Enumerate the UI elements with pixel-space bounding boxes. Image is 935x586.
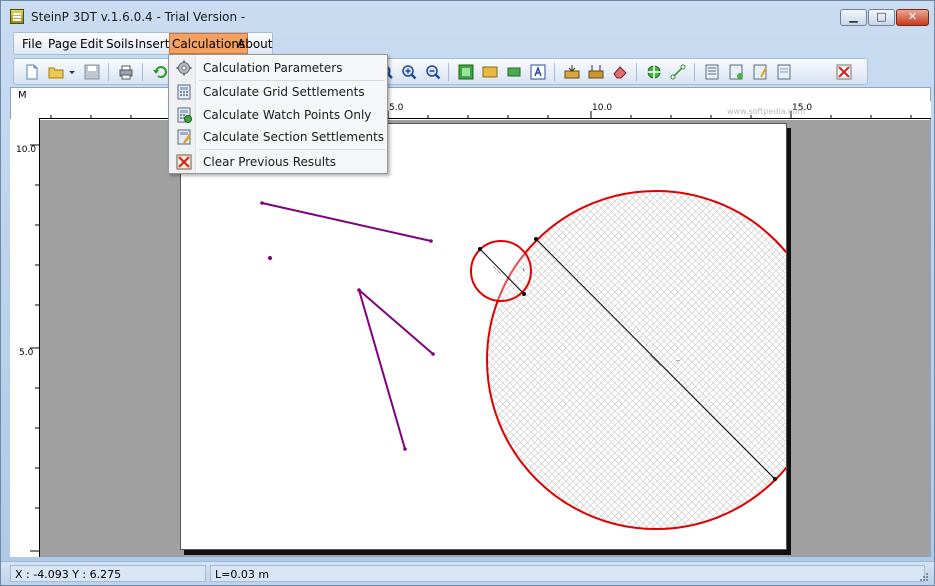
app-icon[interactable] [10, 9, 24, 24]
eraser-icon[interactable] [612, 64, 628, 80]
menu-item-calculate-watch-points[interactable]: Calculate Watch Points Only [170, 104, 387, 126]
drawing-page[interactable]: ——— — —·— ɩ [180, 123, 787, 550]
menu-edit[interactable]: Edit [78, 36, 105, 53]
menu-insert[interactable]: Insert [133, 36, 171, 53]
layer-icon[interactable] [506, 64, 522, 80]
calculator-pencil-icon [177, 129, 191, 145]
insert-load-2-icon[interactable] [588, 64, 604, 80]
new-icon[interactable] [24, 64, 40, 80]
insert-load-icon[interactable] [564, 64, 580, 80]
calc-section-icon[interactable] [776, 64, 792, 80]
status-bar: X : -4.093 Y : 6.275 L=0.03 m [1, 561, 934, 585]
zoom-out-icon[interactable] [425, 64, 441, 80]
undo-icon[interactable] [152, 64, 168, 80]
line-node[interactable] [357, 288, 361, 292]
large-circle-area[interactable] [486, 190, 787, 530]
toolbar-separator [694, 63, 695, 81]
line-segment[interactable] [261, 202, 432, 242]
menu-about[interactable]: About [235, 36, 274, 53]
open-icon[interactable] [48, 64, 64, 80]
application-window: SteinP 3DT v.1.6.0.4 - Trial Version - ▁… [0, 0, 935, 586]
ruler-label-v10: 10.0 [16, 145, 37, 155]
menu-soils[interactable]: Soils [104, 36, 136, 53]
svg-text:ɩ: ɩ [523, 267, 525, 273]
ruler-label-5: 5.0 [389, 103, 404, 113]
calculator-watch-icon [177, 107, 192, 123]
open-dropdown-icon[interactable] [68, 64, 76, 80]
menu-item-label: Clear Previous Results [203, 155, 337, 169]
drawing-canvas[interactable]: ——— — —·— ɩ [181, 124, 787, 550]
status-length: L=0.03 m [210, 565, 925, 582]
menu-item-calculate-section[interactable]: Calculate Section Settlements [170, 126, 387, 148]
center-target-icon[interactable] [646, 64, 662, 80]
menu-bar: File Page Edit Soils Insert Calculations… [13, 32, 273, 55]
calculator-icon [177, 84, 191, 100]
clear-results-icon [176, 154, 192, 170]
save-icon[interactable] [84, 64, 100, 80]
grid-green-icon[interactable] [458, 64, 474, 80]
calc-params-icon[interactable] [704, 64, 720, 80]
toolbar-separator [108, 63, 109, 81]
title-bar[interactable]: SteinP 3DT v.1.6.0.4 - Trial Version - ▁… [1, 1, 934, 31]
menu-item-label: Calculate Watch Points Only [203, 108, 372, 122]
text-frame-icon[interactable] [530, 64, 546, 80]
minimize-button[interactable]: ▁ [840, 9, 867, 26]
gear-icon [176, 60, 192, 76]
watermark-text: www.softpedia.com [727, 107, 806, 116]
menu-file[interactable]: File [20, 36, 44, 53]
close-button[interactable]: ✕ [896, 9, 929, 26]
menu-separator [199, 149, 385, 150]
point-marker[interactable] [268, 256, 272, 260]
menu-item-label: Calculation Parameters [203, 61, 343, 75]
svg-text:—: — [676, 358, 680, 363]
menu-item-calculate-grid[interactable]: Calculate Grid Settlements [170, 81, 387, 103]
status-coordinates: X : -4.093 Y : 6.275 [10, 565, 206, 582]
line-segment[interactable] [358, 289, 406, 450]
toolbar-separator [554, 63, 555, 81]
line-segment[interactable] [358, 289, 434, 355]
toolbar-separator [636, 63, 637, 81]
ruler-label-10: 10.0 [592, 103, 613, 113]
measure-icon[interactable] [670, 64, 686, 80]
calculations-menu: Calculation Parameters Calculate Grid Se… [168, 54, 388, 174]
menu-page[interactable]: Page [46, 36, 79, 53]
ruler-units-label: M [18, 90, 27, 101]
line-node[interactable] [429, 239, 433, 243]
vertical-ruler: 10.0 5.0 [10, 119, 40, 557]
resize-grip-icon[interactable] [918, 571, 928, 581]
menu-item-clear-results[interactable]: Clear Previous Results [170, 151, 387, 173]
toolbar-separator [142, 63, 143, 81]
calc-watch-icon[interactable] [752, 64, 768, 80]
menu-item-calculation-parameters[interactable]: Calculation Parameters [170, 57, 387, 79]
menu-item-label: Calculate Grid Settlements [203, 85, 365, 99]
line-node[interactable] [260, 201, 264, 205]
zoom-in-icon[interactable] [401, 64, 417, 80]
menu-item-label: Calculate Section Settlements [203, 130, 385, 144]
grid-yellow-icon[interactable] [482, 64, 498, 80]
ruler-label-v5: 5.0 [19, 348, 34, 358]
window-title: SteinP 3DT v.1.6.0.4 - Trial Version - [31, 10, 246, 24]
calc-grid-icon[interactable] [728, 64, 744, 80]
print-icon[interactable] [118, 64, 134, 80]
toolbar-separator [448, 63, 449, 81]
toolbar [13, 58, 868, 85]
clear-results-icon[interactable] [836, 64, 852, 80]
line-node[interactable] [431, 352, 435, 356]
line-node[interactable] [403, 447, 407, 451]
maximize-button[interactable]: □ [868, 9, 895, 26]
